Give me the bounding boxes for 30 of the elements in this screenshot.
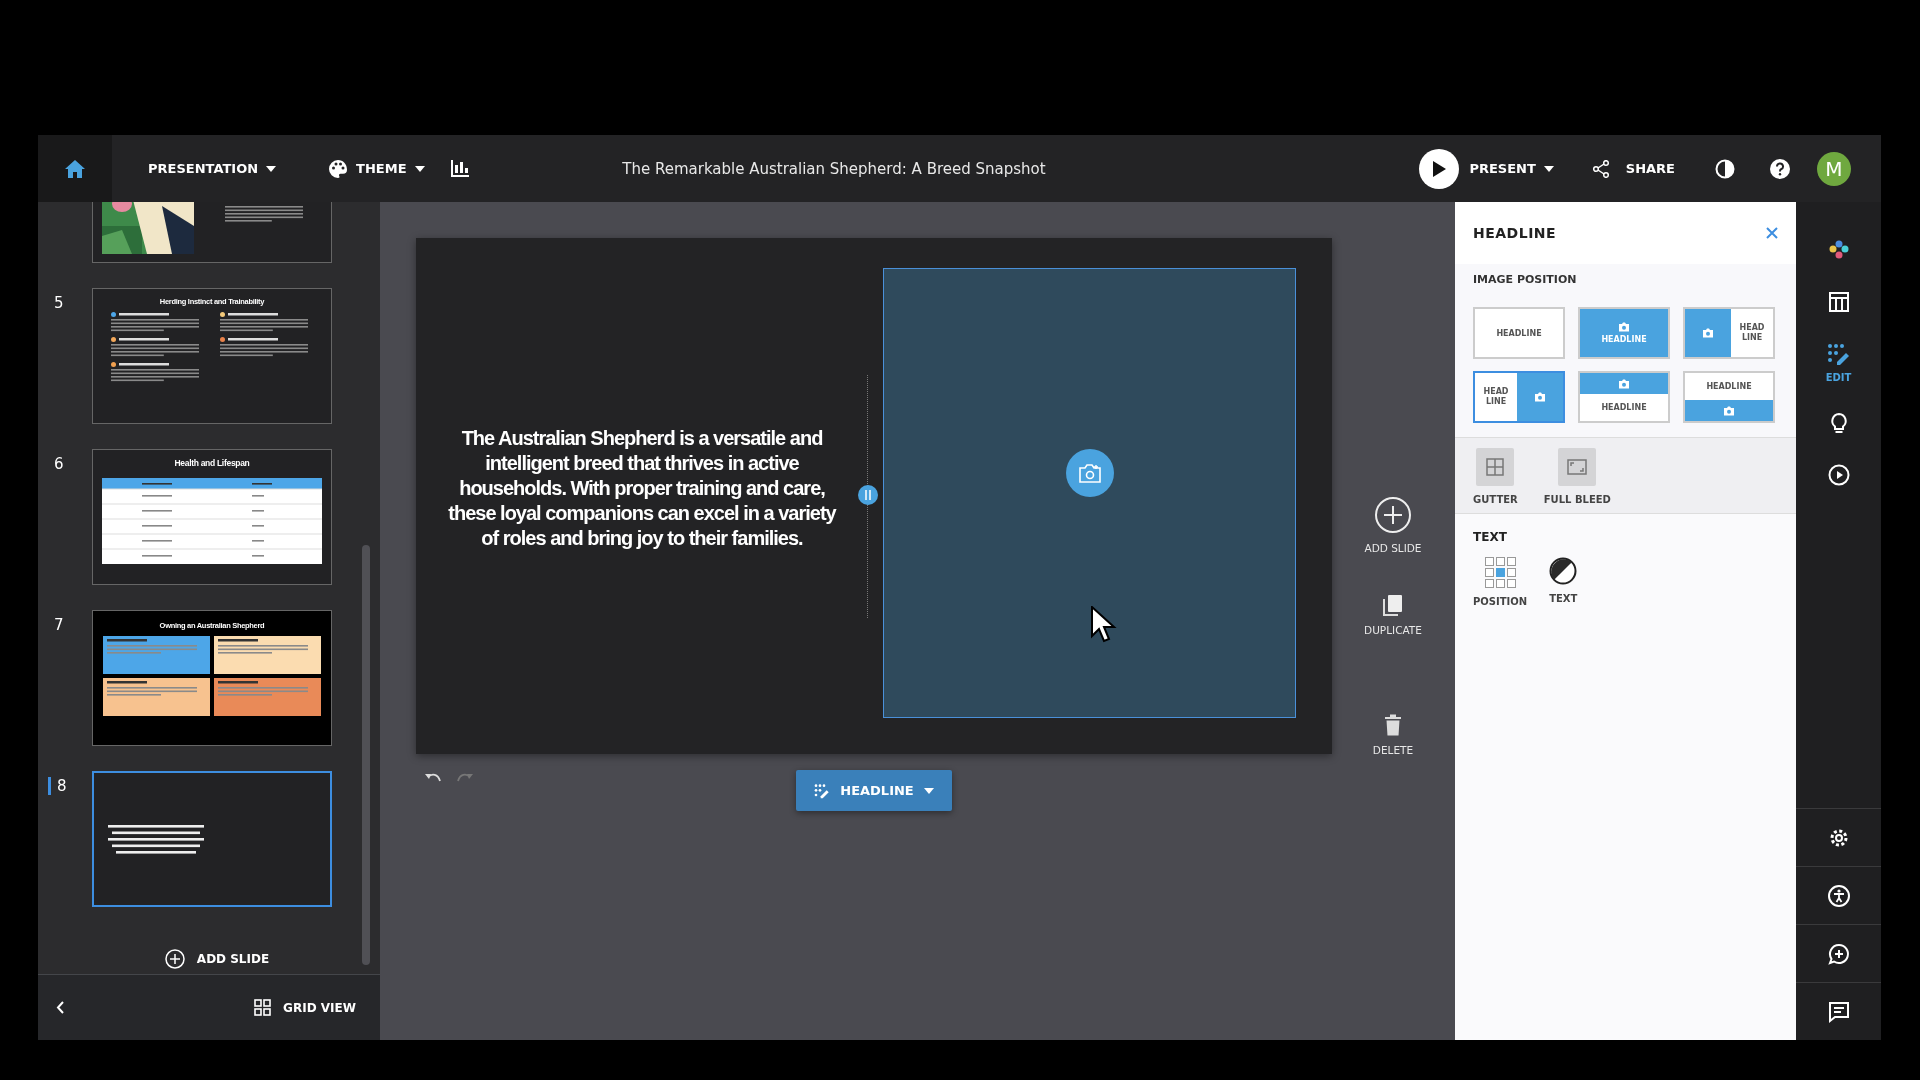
text-color-option[interactable]: TEXT (1549, 557, 1578, 607)
present-menu[interactable]: PRESENT (1469, 161, 1554, 176)
slide-number: 6 (54, 455, 64, 473)
layout-option[interactable]: HEADLINE (1578, 371, 1670, 423)
delete-button[interactable]: DELETE (1372, 714, 1414, 756)
presentation-menu[interactable]: PRESENTATION (148, 161, 277, 176)
edit-tool[interactable]: EDIT (1825, 342, 1852, 383)
grid-view-button[interactable]: GRID VIEW (248, 998, 362, 1017)
add-slide-button[interactable]: ADD SLIDE (158, 948, 276, 970)
duplicate-button[interactable]: DUPLICATE (1364, 594, 1422, 636)
slide-text[interactable]: The Australian Shepherd is a versatile and intelligent breed that thrives in active households. With proper training and care, these loyal companions can excel in a variety of roles and bring joy to their families. (447, 425, 837, 551)
slide-number: 8 (57, 777, 67, 795)
thumbnail-title: Health and Lifespan (173, 457, 251, 468)
presentation-title[interactable]: The Remarkable Australian Shepherd: A Breed Snapshot (468, 159, 1200, 178)
text-position-option[interactable]: POSITION (1473, 557, 1528, 607)
panel-title: HEADLINE (1473, 225, 1557, 241)
layout-button[interactable]: HEADLINE (796, 770, 952, 811)
layout-option[interactable]: HEAD LINE (1473, 371, 1565, 423)
add-button[interactable]: ADD SLIDE (1364, 496, 1422, 554)
theme-menu[interactable]: THEME (328, 158, 425, 179)
share-button[interactable]: SHARE (1591, 159, 1675, 178)
full-bleed-option[interactable]: FULL BLEED (1543, 448, 1611, 505)
section-label: IMAGE POSITION (1473, 273, 1577, 286)
slide-number: 7 (54, 616, 64, 634)
slide-thumbnail[interactable]: Health and Lifespan (92, 449, 332, 585)
section-label: TEXT (1473, 530, 1507, 544)
layout-option[interactable]: HEADLINE (1683, 371, 1775, 423)
layout-option[interactable]: HEAD LINE (1683, 307, 1775, 359)
slide-number: 5 (54, 294, 64, 312)
layout-option[interactable]: HEADLINE (1473, 307, 1565, 359)
